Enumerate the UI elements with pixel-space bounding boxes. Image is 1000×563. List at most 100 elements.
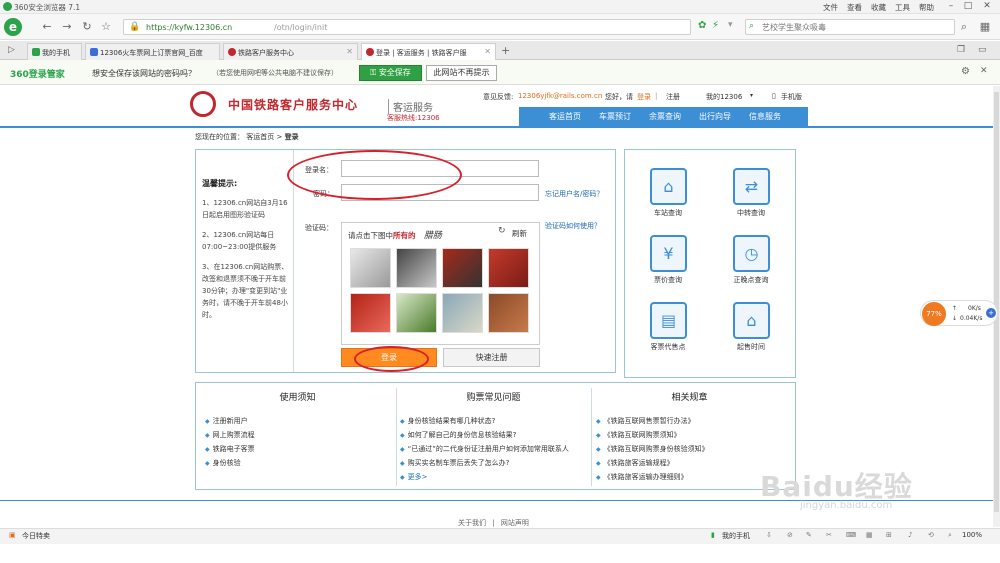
ticket-office-icon[interactable]: ▤ xyxy=(650,302,687,339)
quick-register-button[interactable]: 快速注册 xyxy=(443,348,540,367)
new-tab-icon[interactable]: + xyxy=(501,44,510,57)
captcha-image-7[interactable] xyxy=(442,293,483,333)
col3-item[interactable]: 《铁路互联网购票身份核验须知》 xyxy=(596,444,709,454)
service-price[interactable]: 票价查询 xyxy=(638,275,698,285)
download-status-icon[interactable]: ⇩ xyxy=(766,531,772,539)
col2-item[interactable]: “已通过”的二代身份证注册用户如何添加常用联系人 xyxy=(400,444,569,454)
settings-gear-icon[interactable]: ⚙ xyxy=(961,66,970,77)
close-window-icon[interactable]: ✕ xyxy=(980,1,994,12)
speed-mode-icon[interactable]: ⚡ xyxy=(712,20,719,31)
sale-time-icon[interactable]: ⌂ xyxy=(733,302,770,339)
footer-about-link[interactable]: 关于我们 xyxy=(458,519,486,527)
footer-statement-link[interactable]: 网站声明 xyxy=(501,519,529,527)
search-input[interactable] xyxy=(746,20,936,34)
col3-item[interactable]: 《铁路互联网购票须知》 xyxy=(596,430,681,440)
apps-grid-icon[interactable]: ▦ xyxy=(978,20,992,34)
header-login-link[interactable]: 登录 xyxy=(637,92,651,102)
col1-item[interactable]: 网上购票流程 xyxy=(205,430,255,440)
col1-item[interactable]: 注册新用户 xyxy=(205,416,248,426)
station-icon[interactable]: ⌂ xyxy=(650,168,687,205)
tab-login[interactable]: 登录 | 客运服务 | 铁路客户服 ✕ xyxy=(361,43,496,60)
captcha-image-1[interactable] xyxy=(350,248,391,288)
captcha-image-8[interactable] xyxy=(488,293,529,333)
nav-guide[interactable]: 出行向导 xyxy=(699,111,731,122)
service-sale-time[interactable]: 起售时间 xyxy=(721,342,781,352)
tab-railway-center[interactable]: 铁路客户服务中心 ✕ xyxy=(223,43,358,60)
menu-tools[interactable]: 工具 xyxy=(895,2,910,13)
search-go-icon[interactable]: ⌕ xyxy=(957,20,971,34)
nav-home[interactable]: 客运首页 xyxy=(549,111,581,122)
close-tab-icon[interactable]: ✕ xyxy=(484,47,491,56)
history-icon[interactable]: ⟲ xyxy=(928,531,934,539)
adblock-icon[interactable]: ⊘ xyxy=(787,531,793,539)
tab-my-phone[interactable]: 我的手机 xyxy=(27,43,82,60)
captcha-image-2[interactable] xyxy=(396,248,437,288)
search-box[interactable]: ⌕ xyxy=(745,19,955,35)
refresh-icon[interactable]: ↻ xyxy=(80,20,94,34)
forgot-password-link[interactable]: 忘记用户名/密码？ xyxy=(545,189,603,199)
transfer-icon[interactable]: ⇄ xyxy=(733,168,770,205)
tab-restore-icon[interactable]: ❐ xyxy=(957,45,965,55)
pin-icon[interactable]: ⊞ xyxy=(886,531,892,539)
breadcrumb-home[interactable]: 客运首页 xyxy=(246,133,274,141)
tab-12306-baidu[interactable]: 12306火车票网上订票官网_百度 xyxy=(85,43,220,60)
service-station[interactable]: 车站查询 xyxy=(638,208,698,218)
railway-logo-icon[interactable] xyxy=(190,91,216,117)
price-icon[interactable]: ¥ xyxy=(650,235,687,272)
screenshot-icon[interactable]: ✂ xyxy=(826,531,832,539)
menu-view[interactable]: 查看 xyxy=(847,2,862,13)
safe-save-button[interactable]: ⚿ 安全保存 xyxy=(359,65,422,81)
close-bar-icon[interactable]: ✕ xyxy=(980,66,988,76)
browser-home-logo-icon[interactable]: e xyxy=(4,18,22,36)
close-tab-icon[interactable]: ✕ xyxy=(346,47,353,56)
zoom-icon[interactable]: ⌕ xyxy=(948,531,952,540)
my-12306-link[interactable]: 我的12306 xyxy=(706,92,742,102)
menu-favorites[interactable]: 收藏 xyxy=(871,2,886,13)
feedback-email-link[interactable]: 12306yjfk@rails.com.cn xyxy=(518,92,602,100)
cleanup-icon[interactable]: ✎ xyxy=(806,531,812,539)
scrollbar-thumb[interactable] xyxy=(994,92,999,512)
speed-percent[interactable]: 77% xyxy=(922,302,946,326)
col1-item[interactable]: 身份核验 xyxy=(205,458,241,468)
captcha-help-link[interactable]: 验证码如何使用？ xyxy=(545,221,601,231)
service-ticket-office[interactable]: 客票代售点 xyxy=(638,342,698,352)
forward-icon[interactable]: → xyxy=(60,20,74,34)
col2-item[interactable]: 如何了解自己的身份信息核验结果? xyxy=(400,430,517,440)
more-link[interactable]: 更多> xyxy=(400,472,428,482)
captcha-image-3[interactable] xyxy=(442,248,483,288)
dropdown-arrow-icon[interactable]: ▾ xyxy=(750,92,753,99)
captcha-image-6[interactable] xyxy=(396,293,437,333)
captcha-image-4[interactable] xyxy=(488,248,529,288)
nav-info[interactable]: 信息服务 xyxy=(749,111,781,122)
sound-icon[interactable]: ♪ xyxy=(908,531,912,539)
dropdown-chevron-icon[interactable]: ▾ xyxy=(728,20,733,30)
nav-remaining[interactable]: 余票查询 xyxy=(649,111,681,122)
favorite-star-icon[interactable]: ☆ xyxy=(99,20,113,34)
my-phone-status-link[interactable]: 我的手机 xyxy=(722,531,750,541)
col1-item[interactable]: 铁路电子客票 xyxy=(205,444,255,454)
service-transfer[interactable]: 中转查询 xyxy=(721,208,781,218)
tab-list-icon[interactable]: ▭ xyxy=(978,45,987,55)
minimize-icon[interactable]: – xyxy=(944,1,958,12)
mobile-link[interactable]: 手机版 xyxy=(781,92,802,102)
security-shield-icon[interactable]: ✿ xyxy=(698,20,706,31)
zoom-level[interactable]: 100% xyxy=(962,531,982,539)
header-register-link[interactable]: 注册 xyxy=(666,92,680,102)
captcha-refresh-icon[interactable]: ↻ xyxy=(498,226,506,236)
translate-icon[interactable]: ⌨ xyxy=(846,531,856,539)
captcha-image-5[interactable] xyxy=(350,293,391,333)
service-delay[interactable]: 正晚点查询 xyxy=(721,275,781,285)
col3-item[interactable]: 《铁路旅客运输规程》 xyxy=(596,458,674,468)
clock-icon[interactable]: ◷ xyxy=(733,235,770,272)
today-deals-link[interactable]: 今日特卖 xyxy=(22,531,50,541)
col3-item[interactable]: 《铁路互联网售票暂行办法》 xyxy=(596,416,695,426)
menu-file[interactable]: 文件 xyxy=(823,2,838,13)
menu-help[interactable]: 帮助 xyxy=(919,2,934,13)
tools-icon[interactable]: ▦ xyxy=(866,531,873,539)
never-prompt-button[interactable]: 此网站不再提示 xyxy=(426,65,497,81)
speed-widget-plus-icon[interactable]: + xyxy=(986,308,996,318)
maximize-icon[interactable]: □ xyxy=(961,1,975,12)
nav-booking[interactable]: 车票预订 xyxy=(599,111,631,122)
captcha-refresh-label[interactable]: 刷新 xyxy=(512,228,527,239)
col2-item[interactable]: 身份核验结果有哪几种状态? xyxy=(400,416,496,426)
